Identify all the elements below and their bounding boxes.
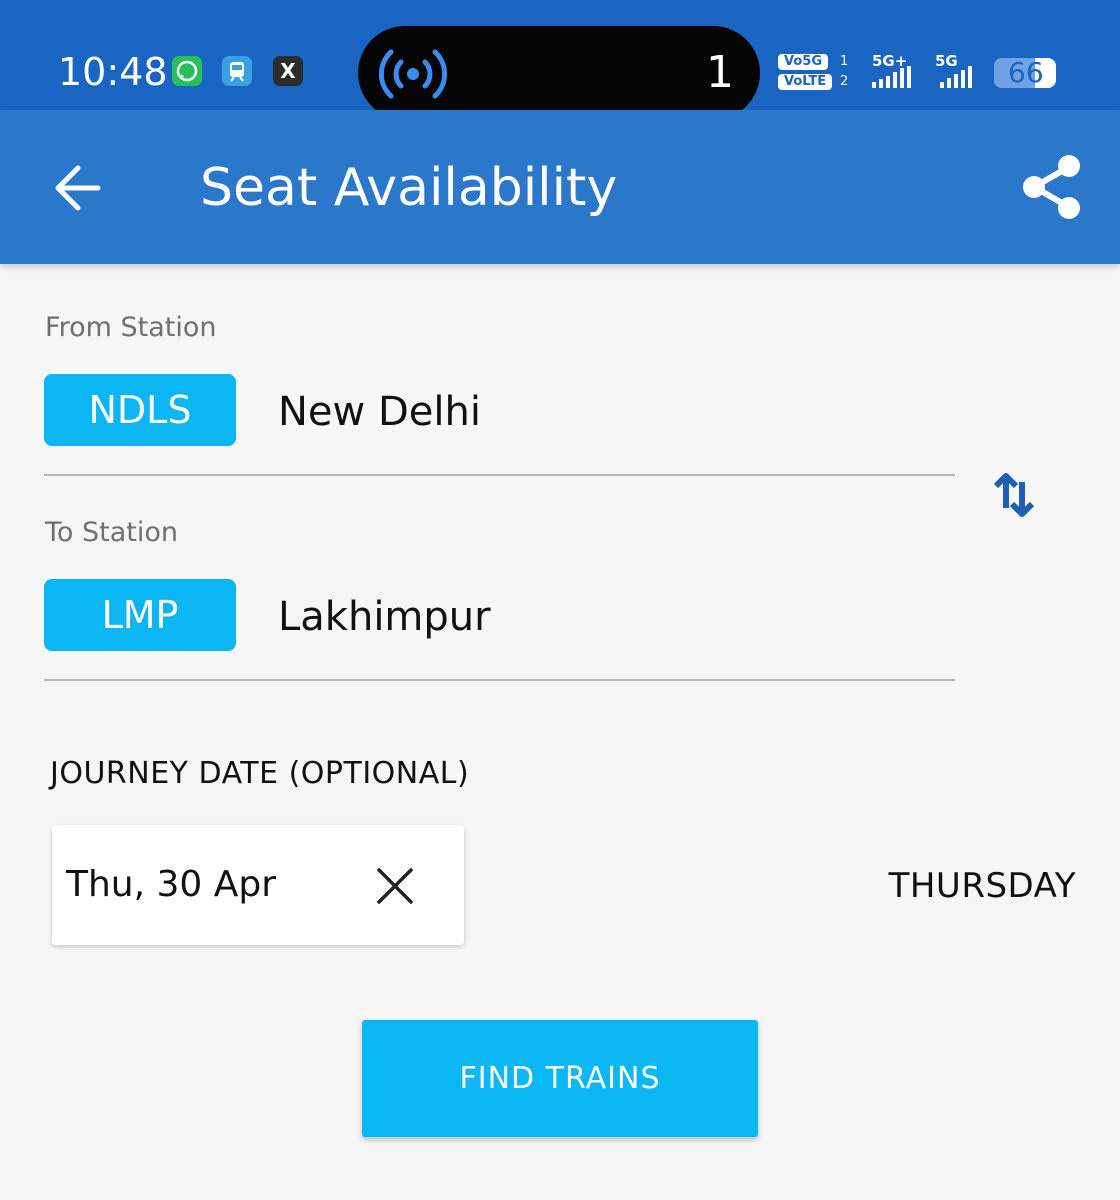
- signal2-icon: [940, 66, 972, 88]
- clear-date-button[interactable]: [370, 861, 420, 911]
- broadcast-icon: [378, 49, 448, 99]
- whatsapp-icon: [172, 56, 202, 86]
- journey-date-label: JOURNEY DATE (OPTIONAL): [50, 756, 470, 791]
- page-title: Seat Availability: [200, 158, 618, 218]
- status-clock: 10:48: [58, 50, 168, 94]
- from-station-label: From Station: [45, 312, 217, 343]
- status-bar: 10:48 X 1 Vo5G 1 VoLTE 2 5G+ 5G 66: [0, 0, 1120, 120]
- island-count: 1: [706, 47, 734, 98]
- dynamic-island[interactable]: [358, 26, 760, 120]
- to-station-name[interactable]: Lakhimpur: [278, 593, 491, 641]
- swap-stations-button[interactable]: [990, 468, 1042, 524]
- battery-level: 66: [1008, 56, 1044, 89]
- close-icon: [377, 868, 413, 904]
- to-station-divider: [44, 679, 955, 681]
- arrow-left-icon: [55, 165, 101, 211]
- share-icon: [1023, 155, 1080, 219]
- from-station-code[interactable]: NDLS: [44, 374, 236, 446]
- app-bar: Seat Availability: [0, 110, 1120, 264]
- sim1-number: 1: [840, 54, 849, 69]
- journey-day-name: THURSDAY: [888, 866, 1076, 906]
- sim2-number: 2: [840, 74, 849, 89]
- back-button[interactable]: [48, 160, 108, 220]
- journey-date-value[interactable]: Thu, 30 Apr: [66, 863, 276, 907]
- to-station-label: To Station: [45, 517, 178, 548]
- journey-date-field[interactable]: Thu, 30 Apr: [52, 825, 464, 945]
- x-icon: X: [273, 56, 303, 86]
- train-app-icon: [222, 56, 252, 86]
- from-station-name[interactable]: New Delhi: [278, 388, 481, 436]
- from-station-divider: [44, 474, 955, 476]
- signal1-icon: [872, 66, 911, 88]
- sim2-badge: VoLTE: [778, 74, 833, 90]
- share-button[interactable]: [1016, 150, 1092, 226]
- to-station-code[interactable]: LMP: [44, 579, 236, 651]
- sim1-badge: Vo5G: [778, 54, 828, 70]
- find-trains-button[interactable]: FIND TRAINS: [362, 1020, 758, 1137]
- swap-vertical-icon: [993, 473, 1035, 517]
